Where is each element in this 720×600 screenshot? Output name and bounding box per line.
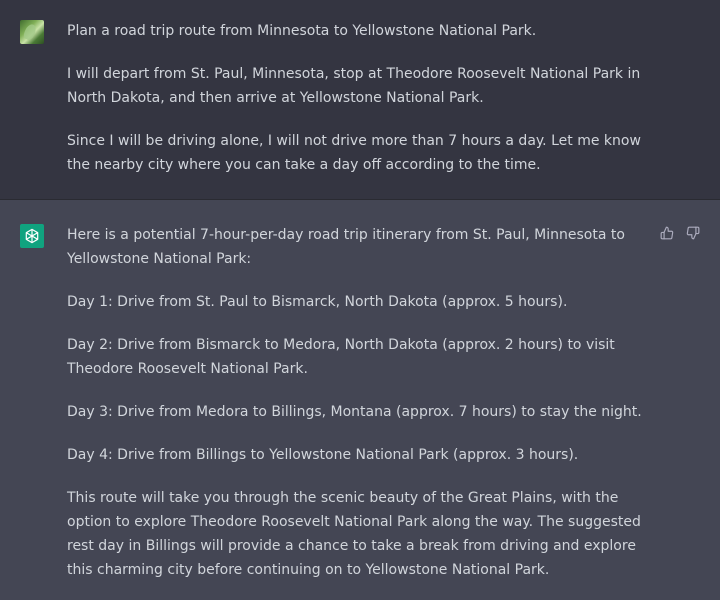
assistant-paragraph: Day 2: Drive from Bismarck to Medora, No… bbox=[67, 337, 615, 377]
assistant-message: Here is a potential 7-hour-per-day road … bbox=[0, 200, 720, 600]
assistant-message-text: Here is a potential 7-hour-per-day road … bbox=[67, 223, 647, 582]
assistant-paragraph: Here is a potential 7-hour-per-day road … bbox=[67, 227, 625, 267]
user-paragraph: Plan a road trip route from Minnesota to… bbox=[67, 23, 537, 39]
assistant-paragraph: This route will take you through the sce… bbox=[67, 490, 641, 578]
user-message-text: Plan a road trip route from Minnesota to… bbox=[67, 19, 657, 177]
thumbs-down-icon[interactable] bbox=[686, 226, 700, 240]
user-avatar bbox=[20, 20, 44, 44]
assistant-paragraph: Day 1: Drive from St. Paul to Bismarck, … bbox=[67, 294, 568, 310]
openai-logo-icon bbox=[20, 224, 44, 248]
assistant-paragraph: Day 3: Drive from Medora to Billings, Mo… bbox=[67, 404, 642, 420]
user-message: Plan a road trip route from Minnesota to… bbox=[0, 0, 720, 200]
user-paragraph: Since I will be driving alone, I will no… bbox=[67, 133, 641, 173]
user-paragraph: I will depart from St. Paul, Minnesota, … bbox=[67, 66, 641, 106]
assistant-paragraph: Day 4: Drive from Billings to Yellowston… bbox=[67, 447, 579, 463]
thumbs-up-icon[interactable] bbox=[660, 226, 674, 240]
feedback-buttons bbox=[660, 226, 700, 240]
